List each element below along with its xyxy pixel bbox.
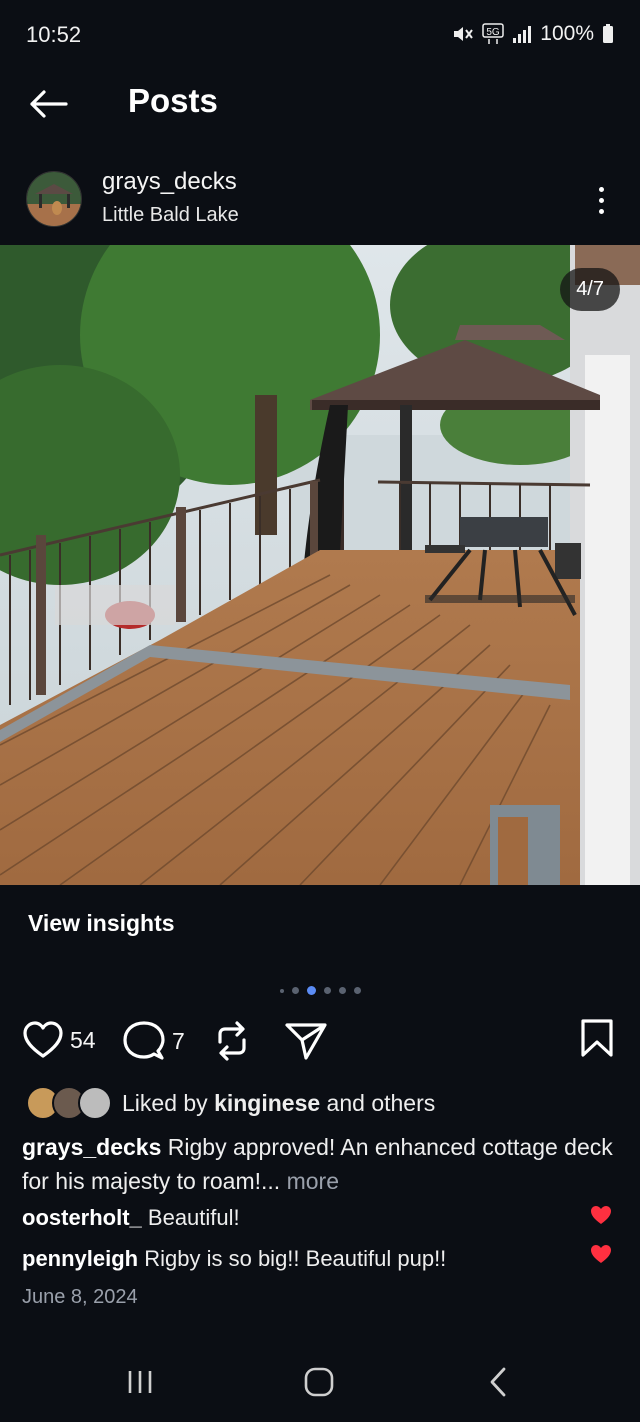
- comment-text: Beautiful!: [141, 1205, 240, 1230]
- comment-item: pennyleigh Rigby is so big!! Beautiful p…: [22, 1246, 446, 1272]
- carousel-dot-active: [306, 986, 316, 995]
- liked-by-text: Liked by kinginese and others: [122, 1089, 436, 1116]
- comment-text: Rigby is so big!! Beautiful pup!!: [138, 1246, 447, 1271]
- likes-count: 54: [70, 1026, 96, 1053]
- caption-username[interactable]: grays_decks: [22, 1134, 161, 1160]
- comment-item: oosterholt_ Beautiful!: [22, 1205, 240, 1231]
- status-time: 10:52: [26, 22, 82, 47]
- carousel-dot: [353, 987, 361, 994]
- mute-icon: [454, 27, 474, 41]
- send-icon: [285, 1023, 327, 1060]
- chevron-left-icon: [490, 1367, 506, 1397]
- page-title: Posts: [128, 82, 218, 119]
- more-options-button[interactable]: [586, 180, 616, 220]
- back-button[interactable]: [24, 80, 72, 128]
- home-icon: [304, 1367, 334, 1397]
- liker-avatar: [78, 1086, 112, 1120]
- comment-icon: [123, 1021, 165, 1060]
- repost-button[interactable]: [212, 1020, 252, 1062]
- liked-by-user[interactable]: kinginese: [214, 1090, 320, 1116]
- signal-icon: [513, 26, 532, 43]
- carousel-dot: [323, 987, 331, 994]
- more-dot: [598, 208, 604, 214]
- heart-icon: [23, 1021, 63, 1058]
- carousel-dot: [338, 987, 346, 994]
- post-date: June 8, 2024: [22, 1286, 138, 1308]
- image-counter: 4/7: [560, 268, 620, 311]
- liked-by-row[interactable]: Liked by kinginese and others: [26, 1086, 435, 1120]
- comment-like-button[interactable]: [590, 1204, 612, 1226]
- recents-icon: [128, 1371, 152, 1393]
- more-dot: [598, 186, 604, 192]
- share-button[interactable]: [284, 1020, 328, 1062]
- 5g-icon: 5G: [482, 23, 505, 44]
- arrow-left-icon: [30, 90, 68, 118]
- recent-apps-button[interactable]: [110, 1362, 170, 1402]
- home-button[interactable]: [289, 1362, 349, 1402]
- post-location[interactable]: Little Bald Lake: [102, 204, 239, 227]
- post-username[interactable]: grays_decks: [102, 168, 237, 196]
- comment-like-button[interactable]: [590, 1243, 612, 1265]
- post-caption: grays_decks Rigby approved! An enhanced …: [22, 1130, 628, 1198]
- svg-text:5G: 5G: [487, 27, 501, 38]
- post-image[interactable]: [0, 245, 640, 885]
- carousel-dot: [279, 988, 284, 993]
- status-icons: 5G 100%: [452, 22, 614, 46]
- heart-filled-icon: [591, 1206, 611, 1224]
- caption-more-link[interactable]: more: [280, 1168, 339, 1194]
- bookmark-icon: [581, 1019, 613, 1057]
- system-back-button[interactable]: [468, 1362, 528, 1402]
- battery-icon: [603, 24, 613, 43]
- heart-filled-icon: [591, 1245, 611, 1263]
- battery-percent: 100%: [540, 22, 594, 45]
- more-dot: [598, 197, 604, 203]
- comment-button[interactable]: 7: [122, 1020, 185, 1062]
- carousel-indicator: [0, 986, 640, 995]
- repost-icon: [218, 1021, 246, 1061]
- comment-username[interactable]: oosterholt_: [22, 1205, 142, 1230]
- comments-count: 7: [172, 1027, 185, 1054]
- avatar[interactable]: [26, 171, 82, 227]
- comment-username[interactable]: pennyleigh: [22, 1246, 138, 1271]
- view-insights-link[interactable]: View insights: [28, 910, 175, 937]
- liker-avatars: [26, 1086, 112, 1120]
- save-button[interactable]: [578, 1018, 616, 1058]
- like-button[interactable]: 54: [22, 1020, 96, 1060]
- carousel-dot: [291, 987, 299, 994]
